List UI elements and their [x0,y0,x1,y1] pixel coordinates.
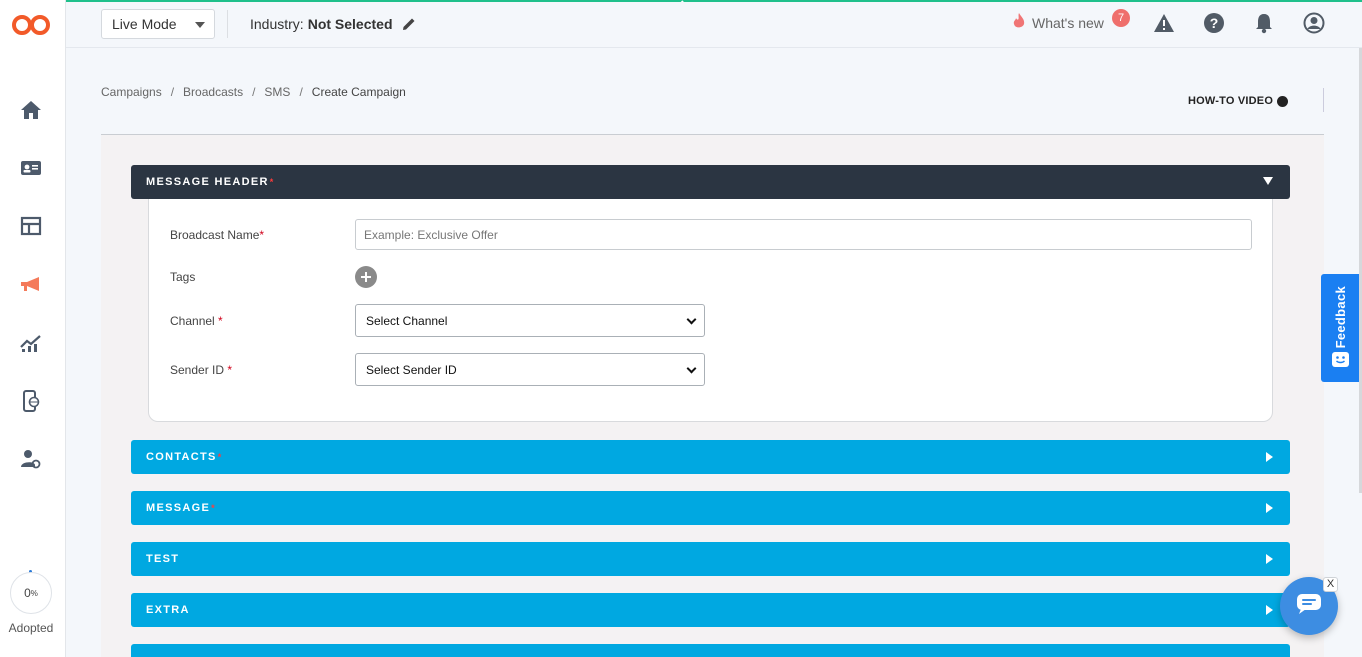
flame-icon [1012,12,1032,33]
breadcrumb-current: Create Campaign [311,85,406,99]
sender-id-label-text: Sender ID [170,363,228,377]
chat-close-button[interactable]: X [1323,577,1338,592]
expand-arrow-icon [1266,605,1273,615]
whats-new-label: What's new [1032,14,1104,31]
required-mark: * [217,452,223,462]
industry-value: Not Selected [307,15,393,32]
section-extra[interactable]: EXTRA [131,593,1290,627]
industry-label: Industry: [250,15,304,32]
layout-icon[interactable] [19,214,43,238]
chevron-down-icon [686,363,697,374]
breadcrumb-separator: / [299,85,303,99]
channel-label-text: Channel [170,314,219,328]
adoption-progress[interactable]: 0% [10,572,52,614]
channel-select-value: Select Channel [366,314,448,328]
section-test[interactable]: TEST [131,542,1290,576]
edit-pencil-icon[interactable] [397,15,417,32]
section-message[interactable]: MESSAGE * [131,491,1290,525]
whats-new-badge: 7 [1112,9,1130,27]
howto-divider [1323,88,1324,112]
caret-down-icon [195,22,205,28]
section-contacts-title: CONTACTS [146,451,217,463]
required-mark: * [211,503,216,513]
mobile-web-icon[interactable] [19,389,43,413]
feedback-face-icon [1332,352,1349,367]
header-divider [227,10,228,38]
broadcast-name-label-text: Broadcast Name [170,228,260,242]
required-mark: * [259,228,265,242]
analytics-icon[interactable] [19,331,43,355]
sidebar: 0% Adopted [0,0,66,657]
breadcrumb-broadcasts[interactable]: Broadcasts [183,85,243,99]
sender-id-label: Sender ID * [170,363,232,377]
whats-new-link[interactable]: What's new [1012,12,1104,33]
breadcrumb-campaigns[interactable]: Campaigns [101,85,162,99]
how-to-video-link[interactable]: HOW-TO VIDEO [1188,95,1289,107]
breadcrumb: Campaigns / Broadcasts / SMS / Create Ca… [101,85,406,99]
brand-logo-icon[interactable] [12,12,52,38]
feedback-tab[interactable]: Feedback [1321,274,1359,382]
required-mark: * [269,177,275,187]
channel-select[interactable]: Select Channel [355,304,705,337]
expand-arrow-icon [1266,503,1273,513]
broadcast-name-input[interactable] [355,219,1252,250]
top-header: Live Mode Industry: Not Selected What's … [66,2,1362,48]
feedback-label: Feedback [1332,286,1348,349]
required-mark: * [227,363,233,377]
home-icon[interactable] [19,98,43,122]
sender-id-select[interactable]: Select Sender ID [355,353,705,386]
breadcrumb-separator: / [170,85,175,99]
breadcrumb-separator: / [252,85,256,99]
tags-label: Tags [170,270,196,284]
section-message-header-title: MESSAGE HEADER [146,176,269,188]
industry-selector[interactable]: Industry: Not Selected [250,15,417,32]
chevron-down-icon [686,314,697,325]
warning-icon[interactable] [1152,11,1176,35]
megaphone-icon[interactable] [19,272,43,296]
svg-text:?: ? [1210,15,1219,31]
adopted-label: Adopted [8,621,54,635]
collapse-arrow-icon [1263,177,1273,185]
contact-card-icon[interactable] [19,156,43,180]
chat-bubble-icon [1296,593,1322,620]
section-contacts[interactable]: CONTACTS * [131,440,1290,474]
user-settings-icon[interactable] [19,447,43,471]
channel-label: Channel * [170,314,223,328]
play-dot-icon [1277,95,1289,107]
sender-id-select-value: Select Sender ID [366,363,457,377]
section-next-partial[interactable] [131,644,1290,657]
section-extra-title: EXTRA [146,604,190,616]
breadcrumb-sms[interactable]: SMS [264,85,290,99]
section-message-header[interactable]: MESSAGE HEADER * [131,165,1290,199]
how-to-video-label: HOW-TO VIDEO [1188,95,1274,107]
bell-icon[interactable] [1252,11,1276,35]
mode-select[interactable]: Live Mode [101,9,215,39]
broadcast-name-label: Broadcast Name* [170,228,264,242]
required-mark: * [218,314,223,328]
expand-arrow-icon [1266,452,1273,462]
add-tag-button[interactable] [355,266,377,288]
user-profile-icon[interactable] [1302,11,1326,35]
mode-select-value: Live Mode [112,16,177,32]
help-icon[interactable]: ? [1202,11,1226,35]
adoption-unit: % [30,588,38,598]
adoption-value: 0 [24,586,31,600]
section-message-title: MESSAGE [146,502,211,514]
section-test-title: TEST [146,553,180,565]
expand-arrow-icon [1266,554,1273,564]
